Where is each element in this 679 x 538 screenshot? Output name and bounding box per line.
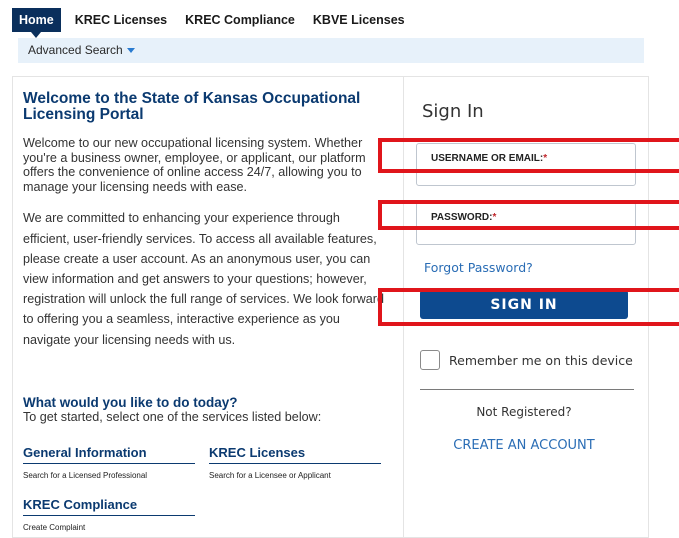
remember-me[interactable]: Remember me on this device xyxy=(420,350,633,370)
service-desc: Search for a Licensed Professional xyxy=(23,471,148,480)
service-krec-compliance[interactable]: KREC Compliance Create Complaint xyxy=(23,497,195,532)
advanced-search-label: Advanced Search xyxy=(28,43,123,57)
commitment-text: We are committed to enhancing your exper… xyxy=(23,211,384,347)
remember-label: Remember me on this device xyxy=(449,352,633,368)
welcome-section: Welcome to the State of Kansas Occupatio… xyxy=(23,91,388,350)
services-heading: What would you like to do today? xyxy=(23,395,238,410)
tab-krec-licenses[interactable]: KREC Licenses xyxy=(75,13,167,27)
top-nav: Home KREC Licenses KREC Compliance KBVE … xyxy=(12,6,423,38)
not-registered-text: Not Registered? xyxy=(476,405,572,419)
service-title[interactable]: KREC Compliance xyxy=(23,497,195,516)
chevron-down-icon xyxy=(126,48,135,54)
tab-krec-compliance[interactable]: KREC Compliance xyxy=(185,13,295,27)
highlight-password xyxy=(378,200,679,230)
services-subheading: To get started, select one of the servic… xyxy=(23,410,322,424)
divider xyxy=(420,389,634,390)
remember-checkbox[interactable] xyxy=(420,350,440,370)
intro-text: Welcome to our new occupational licensin… xyxy=(23,136,366,194)
service-title[interactable]: General Information xyxy=(23,445,195,464)
service-title[interactable]: KREC Licenses xyxy=(209,445,381,464)
service-general-information[interactable]: General Information Search for a License… xyxy=(23,445,195,480)
create-account-link[interactable]: CREATE AN ACCOUNT xyxy=(404,438,644,453)
highlight-sign-in xyxy=(378,288,679,326)
sub-nav: Advanced Search xyxy=(18,38,644,63)
signin-title: Sign In xyxy=(422,101,484,122)
highlight-username xyxy=(378,138,679,173)
tab-kbve-licenses[interactable]: KBVE Licenses xyxy=(313,13,405,27)
forgot-password-link[interactable]: Forgot Password? xyxy=(424,260,533,275)
service-krec-licenses[interactable]: KREC Licenses Search for a Licensee or A… xyxy=(209,445,381,480)
service-desc: Search for a Licensee or Applicant xyxy=(209,471,331,480)
advanced-search-menu[interactable]: Advanced Search xyxy=(28,43,135,57)
page-title: Welcome to the State of Kansas Occupatio… xyxy=(23,90,361,123)
tab-home[interactable]: Home xyxy=(12,8,61,38)
